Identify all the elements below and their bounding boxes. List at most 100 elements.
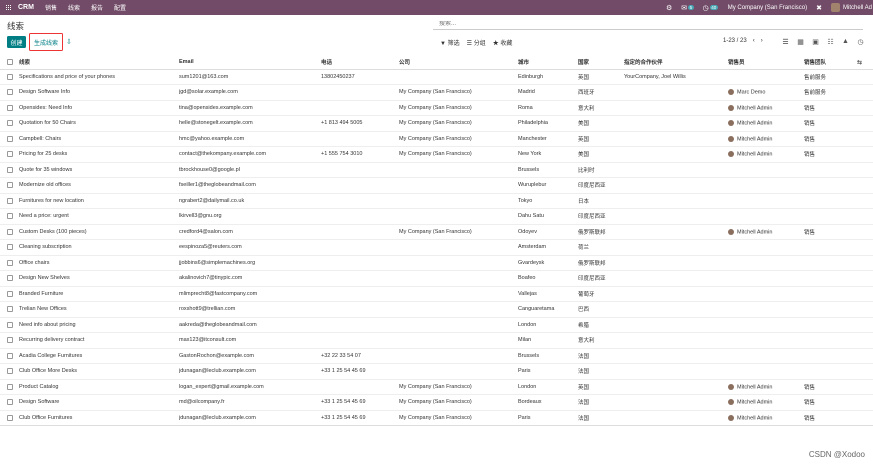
cell-partner[interactable] — [624, 332, 728, 349]
filter-button[interactable]: ▼ 筛选 — [440, 38, 460, 47]
cell-city[interactable]: Brussels — [518, 162, 578, 178]
cell-email[interactable]: GastonRochon@example.com — [179, 348, 321, 364]
cell-email[interactable]: eespinoza5@reuters.com — [179, 239, 321, 256]
cell-salesperson[interactable]: Mitchell Admin — [728, 131, 804, 147]
cell-partner[interactable] — [624, 301, 728, 318]
table-row[interactable]: Specifications and price of your phones s… — [0, 69, 873, 85]
cell-lead[interactable]: Office chairs — [19, 255, 179, 271]
cell-phone[interactable] — [321, 162, 399, 178]
cell-country[interactable]: 希腊 — [578, 317, 624, 333]
menu-reports[interactable]: 报告 — [91, 3, 103, 12]
cell-lead[interactable]: Specifications and price of your phones — [19, 69, 179, 85]
group-by-button[interactable]: ☰ 分组 — [467, 38, 486, 47]
cell-city[interactable]: Paris — [518, 363, 578, 380]
cell-company[interactable] — [399, 317, 518, 333]
cell-phone[interactable]: 13802450237 — [321, 69, 399, 85]
cell-team[interactable] — [804, 239, 857, 256]
create-button[interactable]: 创建 — [7, 36, 26, 48]
cell-country[interactable]: 意大利 — [578, 332, 624, 349]
cell-country[interactable]: 美国 — [578, 146, 624, 163]
cell-lead[interactable]: Design New Shelves — [19, 270, 179, 287]
cell-team[interactable] — [804, 177, 857, 194]
cell-partner[interactable] — [624, 224, 728, 240]
cell-email[interactable]: jgd@solar.example.com — [179, 84, 321, 101]
table-row[interactable]: Design New Shelves akalinovich7@tinypic.c… — [0, 270, 873, 287]
cell-email[interactable]: fseiller1@theglobeandmail.com — [179, 177, 321, 194]
cell-phone[interactable] — [321, 332, 399, 349]
cell-salesperson[interactable] — [728, 270, 804, 287]
cell-email[interactable]: tbrockhouse0@google.pl — [179, 162, 321, 178]
row-checkbox[interactable] — [7, 275, 13, 282]
cell-partner[interactable] — [624, 363, 728, 380]
cell-partner[interactable] — [624, 131, 728, 147]
column-settings-icon[interactable]: ⇆ — [857, 60, 862, 66]
cell-team[interactable] — [804, 162, 857, 178]
cell-lead[interactable]: Pricing for 25 desks — [19, 146, 179, 163]
cell-country[interactable]: 巴西 — [578, 301, 624, 318]
table-row[interactable]: Acadia College Furnitures GastonRochon@ex… — [0, 348, 873, 364]
row-checkbox[interactable] — [7, 290, 13, 297]
cell-email[interactable]: sum1201@163.com — [179, 69, 321, 85]
cell-team[interactable]: 销售 — [804, 100, 857, 116]
col-header-company[interactable]: 公司 — [399, 56, 518, 70]
cell-lead[interactable]: Recurring delivery contract — [19, 332, 179, 349]
cell-partner[interactable] — [624, 146, 728, 163]
col-header-city[interactable]: 城市 — [518, 56, 578, 70]
download-icon[interactable]: ⇩ — [66, 38, 72, 46]
tools-icon[interactable]: ✖ — [816, 4, 822, 12]
cell-city[interactable]: Amsterdam — [518, 239, 578, 256]
table-row[interactable]: Quote for 35 windows tbrockhouse0@google.… — [0, 162, 873, 178]
cell-country[interactable]: 比利时 — [578, 162, 624, 178]
row-checkbox[interactable] — [7, 383, 13, 390]
cell-lead[interactable]: Acadia College Furnitures — [19, 348, 179, 364]
row-checkbox[interactable] — [7, 337, 13, 344]
cell-salesperson[interactable]: Mitchell Admin — [728, 115, 804, 132]
menu-config[interactable]: 配置 — [114, 3, 126, 12]
cell-salesperson[interactable] — [728, 239, 804, 256]
cell-city[interactable]: London — [518, 317, 578, 333]
cell-team[interactable] — [804, 255, 857, 271]
cell-team[interactable]: 售前服务 — [804, 69, 857, 85]
table-row[interactable]: Furnitures for new location ngrabert2@dai… — [0, 193, 873, 209]
cell-partner[interactable] — [624, 115, 728, 132]
chat-icon[interactable]: ✉ 5 — [681, 4, 694, 12]
cell-team[interactable]: 销售 — [804, 146, 857, 163]
cell-city[interactable]: Madrid — [518, 84, 578, 101]
pager-value[interactable]: 1-23 / 23 — [723, 38, 747, 44]
pivot-view-icon[interactable]: ☷ — [826, 37, 835, 46]
cell-country[interactable]: 葡萄牙 — [578, 286, 624, 302]
row-checkbox[interactable] — [7, 399, 13, 406]
row-checkbox[interactable] — [7, 197, 13, 204]
cell-email[interactable]: helle@stonegelt.example.com — [179, 115, 321, 132]
table-row[interactable]: Branded Furniture mlimprecht8@fastcompany… — [0, 286, 873, 302]
company-switcher[interactable]: My Company (San Francisco) — [728, 5, 807, 11]
calendar-view-icon[interactable]: ▣ — [811, 37, 820, 46]
table-row[interactable]: Custom Desks (100 pieces) credford4@salon… — [0, 224, 873, 240]
cell-phone[interactable]: +33 1 25 54 45 69 — [321, 410, 399, 426]
col-header-country[interactable]: 国家 — [578, 56, 624, 70]
cell-salesperson[interactable] — [728, 208, 804, 225]
generate-leads-button[interactable]: 生成线索 — [29, 33, 63, 51]
row-checkbox[interactable] — [7, 120, 13, 127]
cell-partner[interactable] — [624, 410, 728, 426]
pager-next-icon[interactable]: › — [761, 38, 763, 44]
cell-lead[interactable]: Quote for 35 windows — [19, 162, 179, 178]
row-checkbox[interactable] — [7, 151, 13, 158]
cell-salesperson[interactable] — [728, 162, 804, 178]
cell-team[interactable]: 销售 — [804, 131, 857, 147]
cell-lead[interactable]: Opensides: Need Info — [19, 100, 179, 116]
table-row[interactable]: Design Software Info jgd@solar.example.co… — [0, 84, 873, 101]
list-view-icon[interactable]: ☰ — [781, 37, 790, 46]
cell-salesperson[interactable] — [728, 69, 804, 85]
cell-company[interactable]: My Company (San Francisco) — [399, 84, 518, 101]
cell-lead[interactable]: Quotation for 50 Chairs — [19, 115, 179, 132]
cell-company[interactable] — [399, 270, 518, 287]
cell-salesperson[interactable] — [728, 301, 804, 318]
cell-partner[interactable] — [624, 100, 728, 116]
cell-country[interactable]: 俄罗斯联邦 — [578, 255, 624, 271]
cell-lead[interactable]: Custom Desks (100 pieces) — [19, 224, 179, 240]
cell-partner[interactable] — [624, 193, 728, 209]
cell-team[interactable] — [804, 270, 857, 287]
cell-country[interactable]: 法国 — [578, 394, 624, 411]
row-checkbox[interactable] — [7, 104, 13, 111]
